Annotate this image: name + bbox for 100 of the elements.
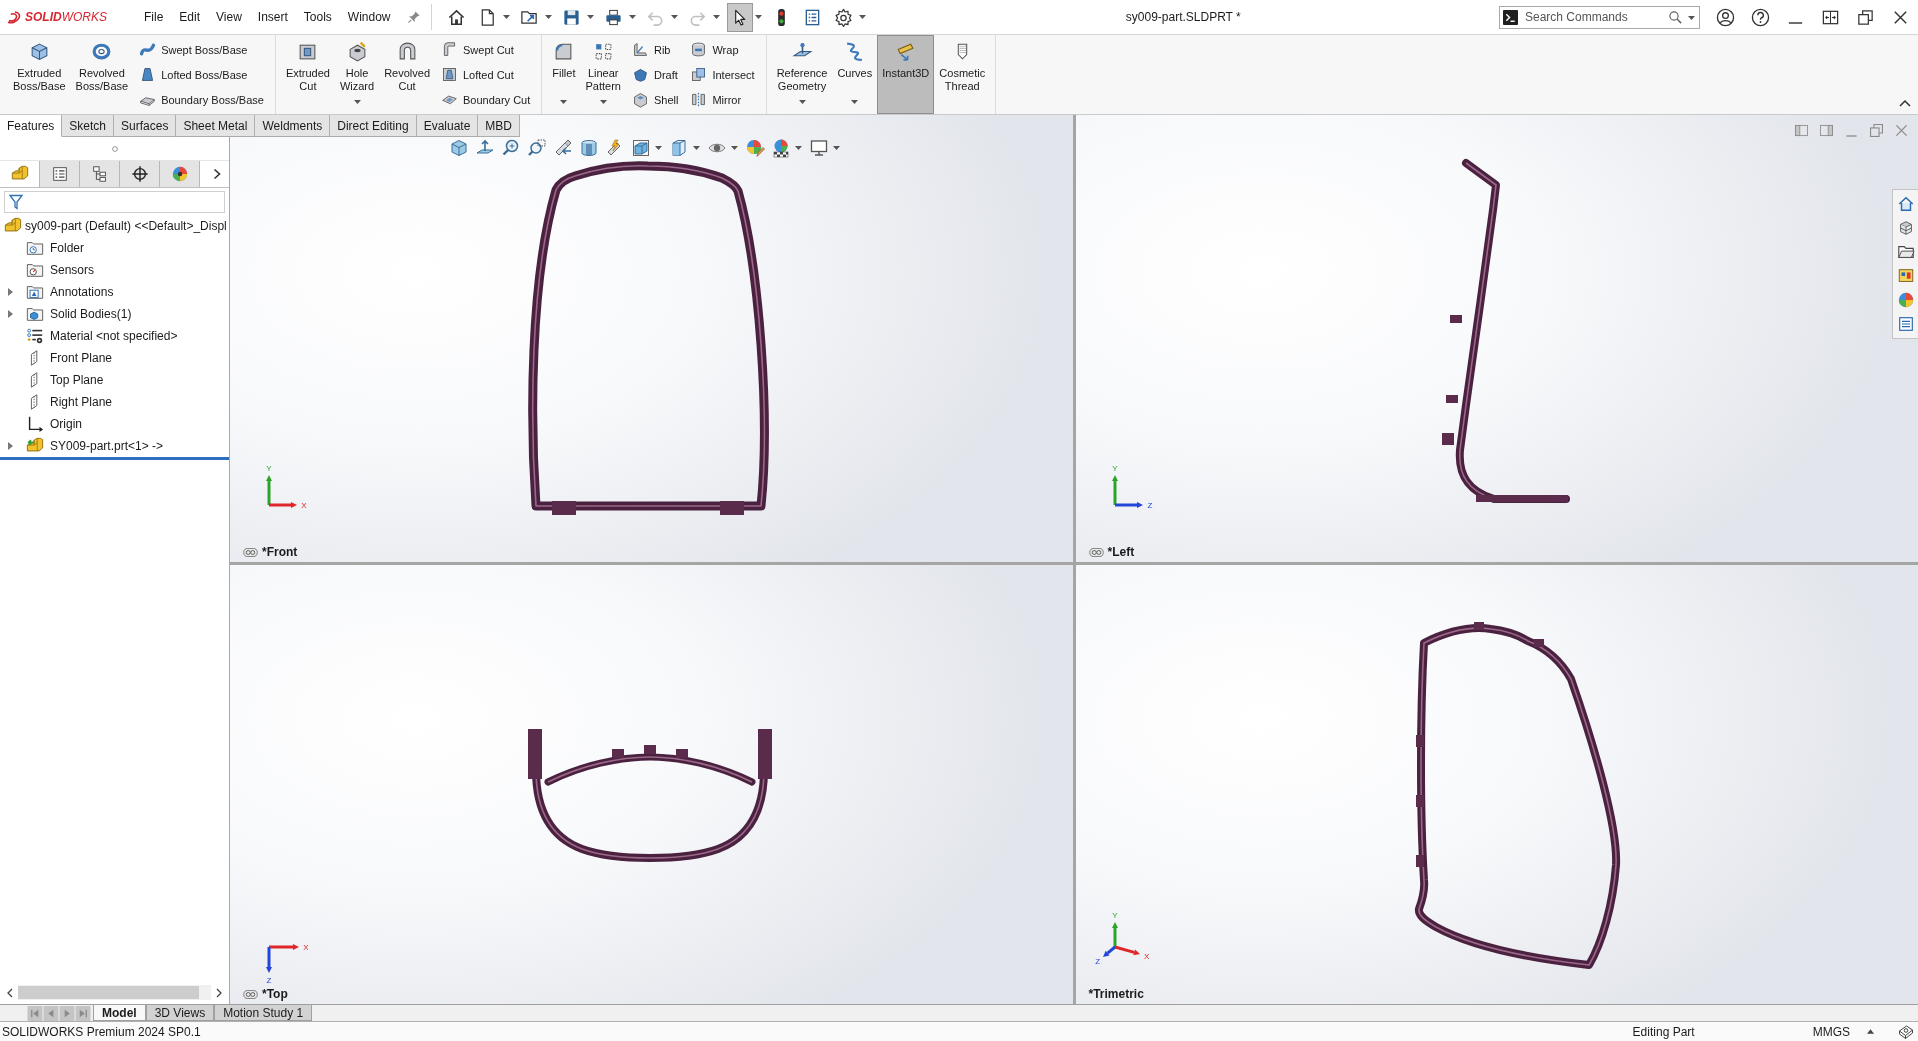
scrollbar-thumb[interactable] <box>18 986 200 999</box>
ribbon-button[interactable]: Mirror <box>684 87 761 112</box>
minimize-icon[interactable] <box>1786 21 1805 25</box>
ribbon-button[interactable]: Boundary Boss/Base <box>133 87 270 112</box>
ribbon-button[interactable]: Cosmetic Thread <box>934 35 991 114</box>
ribbon-button[interactable]: Intersect <box>684 62 761 87</box>
tab[interactable]: Motion Study 1 <box>214 1005 313 1021</box>
tab[interactable]: 3D Views <box>145 1005 215 1021</box>
filter-field[interactable] <box>4 191 225 213</box>
viewport-pane[interactable]: X Z *Top <box>230 565 1073 1004</box>
ribbon-button[interactable]: Shell <box>625 87 685 112</box>
ribbon-button[interactable]: Instant3D <box>877 35 935 114</box>
ribbon-button[interactable]: Draft <box>625 62 685 87</box>
ribbon-button[interactable]: Extruded Boss/Base <box>8 35 71 114</box>
expand-arrow-icon[interactable] <box>8 442 13 450</box>
first-page-icon[interactable] <box>27 1005 43 1021</box>
tab[interactable]: Weldments <box>255 115 331 137</box>
caret-icon[interactable] <box>1688 15 1695 20</box>
caret-icon[interactable] <box>502 15 510 19</box>
caret-icon[interactable] <box>544 15 552 19</box>
panel-tab[interactable] <box>80 161 120 187</box>
previous-icon[interactable] <box>43 1005 59 1021</box>
caret-icon[interactable] <box>851 100 859 104</box>
caret-icon[interactable] <box>754 15 762 19</box>
spyglass-icon[interactable] <box>553 138 573 158</box>
zoom-area-icon[interactable] <box>527 138 547 158</box>
menu-item[interactable]: Tools <box>295 7 340 27</box>
tilted-box-icon[interactable] <box>1898 1023 1914 1040</box>
caret-icon[interactable] <box>628 15 636 19</box>
tab[interactable]: Sheet Metal <box>176 115 256 137</box>
tree-item[interactable]: Origin <box>0 413 229 435</box>
boxed-cube-icon[interactable] <box>631 138 651 158</box>
caret-icon[interactable] <box>858 15 866 19</box>
cube-icon[interactable] <box>449 138 469 158</box>
caret-icon[interactable] <box>599 100 607 104</box>
scrollbar[interactable] <box>18 985 211 1000</box>
tree-item[interactable]: SY009-part.prt<1> -> <box>0 435 229 457</box>
viewport-pane[interactable]: Y X Z *Trimetric <box>1075 565 1918 1004</box>
color-ball-checker-icon[interactable] <box>771 138 791 158</box>
tree-item[interactable]: Folder <box>0 237 229 259</box>
ribbon-button[interactable]: Revolved Cut <box>379 35 435 114</box>
chevron-up-icon[interactable] <box>1899 99 1911 107</box>
caret-icon[interactable] <box>731 146 738 150</box>
caret-up-icon[interactable] <box>1867 1029 1874 1034</box>
search-icon[interactable] <box>1668 9 1683 25</box>
scroll-right-icon[interactable] <box>216 987 222 998</box>
ribbon-button[interactable]: Boundary Cut <box>435 87 537 112</box>
tab[interactable]: Sketch <box>62 115 115 137</box>
caret-icon[interactable] <box>693 146 700 150</box>
expand-arrow-icon[interactable] <box>8 310 13 318</box>
caret-icon[interactable] <box>798 100 806 104</box>
ribbon-button[interactable]: Reference Geometry <box>771 35 833 114</box>
folder-icon[interactable] <box>1896 243 1915 261</box>
pin-icon[interactable] <box>406 10 421 24</box>
chart-board-icon[interactable] <box>1896 267 1915 285</box>
caret-icon[interactable] <box>795 146 802 150</box>
caret-icon[interactable] <box>353 100 361 104</box>
ribbon-button[interactable]: Swept Cut <box>435 37 537 62</box>
scroll-left-icon[interactable] <box>7 987 13 998</box>
tab[interactable]: Model <box>93 1005 146 1021</box>
expand-arrow-icon[interactable] <box>8 288 13 296</box>
tree-item[interactable]: Right Plane <box>0 391 229 413</box>
caret-icon[interactable] <box>833 146 840 150</box>
tab[interactable]: Direct Editing <box>330 115 417 137</box>
monitor-icon[interactable] <box>809 138 829 158</box>
menu-item[interactable]: File <box>136 7 172 27</box>
viewport-pane[interactable]: Y Z *Left <box>1075 115 1918 562</box>
link-icon[interactable] <box>243 989 258 999</box>
shaded-cube-icon[interactable] <box>669 138 689 158</box>
ribbon-button[interactable]: Swept Boss/Base <box>133 37 270 62</box>
panel-tab[interactable] <box>120 161 160 187</box>
tree-item[interactable]: Solid Bodies(1) <box>0 303 229 325</box>
ribbon-button[interactable]: Lofted Boss/Base <box>133 62 270 87</box>
ribbon-button[interactable]: Curves <box>832 35 878 114</box>
next-icon[interactable] <box>59 1005 75 1021</box>
list-icon[interactable] <box>1896 315 1915 333</box>
color-wheel-icon[interactable] <box>1896 291 1915 309</box>
tree-item[interactable]: Material <not specified> <box>0 325 229 347</box>
tree-item[interactable]: Top Plane <box>0 369 229 391</box>
ribbon-button[interactable]: Extruded Cut <box>280 35 335 114</box>
link-icon[interactable] <box>1088 547 1104 557</box>
caret-icon[interactable] <box>655 146 662 150</box>
ribbon-button[interactable]: Hole Wizard <box>334 35 380 114</box>
link-icon[interactable] <box>243 547 258 557</box>
tile-left-icon[interactable] <box>1793 122 1810 139</box>
menu-item[interactable]: Insert <box>249 7 296 27</box>
caret-icon[interactable] <box>560 100 568 104</box>
ribbon-button[interactable]: Revolved Boss/Base <box>70 35 134 114</box>
tree-item[interactable]: Annotations <box>0 281 229 303</box>
tree-item[interactable]: Sensors <box>0 259 229 281</box>
ribbon-button[interactable]: Lofted Cut <box>435 62 537 87</box>
tile-right-icon[interactable] <box>1818 122 1835 139</box>
tree-item[interactable]: Front Plane <box>0 347 229 369</box>
units-text[interactable]: MMGS <box>1812 1024 1850 1039</box>
restore-icon[interactable] <box>1856 7 1875 27</box>
ribbon-button[interactable]: Fillet <box>547 35 581 114</box>
tab[interactable]: MBD <box>478 115 520 137</box>
caret-icon[interactable] <box>586 15 594 19</box>
toolbar-button[interactable] <box>726 2 753 32</box>
ribbon-button[interactable]: Linear Pattern <box>580 35 626 114</box>
